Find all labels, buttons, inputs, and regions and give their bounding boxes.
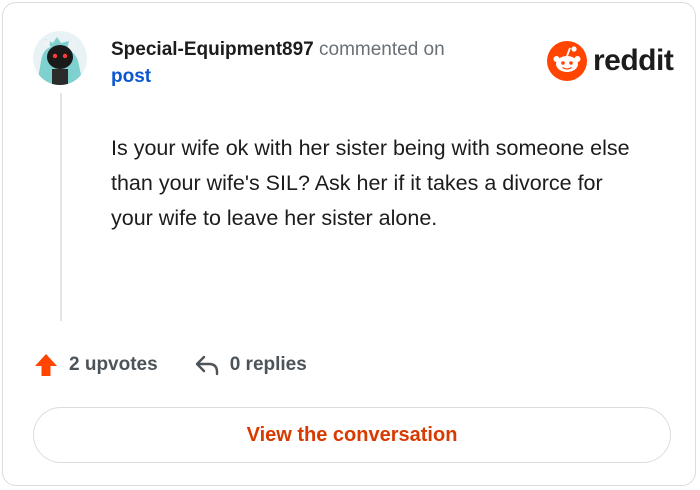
upvote-arrow-icon[interactable] <box>33 352 59 378</box>
upvote-count: 2 upvotes <box>69 354 158 375</box>
reply-arrow-icon[interactable] <box>194 352 220 378</box>
author-name[interactable]: Special-Equipment897 <box>111 39 314 60</box>
comment-meta: Special-Equipment897 commented on post <box>111 36 531 90</box>
post-link[interactable]: post <box>111 66 151 87</box>
thread-line <box>60 93 62 321</box>
reply-count: 0 replies <box>229 354 307 375</box>
avatar-image <box>33 31 87 85</box>
action-text: commented on <box>319 39 445 60</box>
reddit-logo[interactable]: reddit <box>547 41 674 81</box>
view-conversation-button[interactable]: View the conversation <box>33 407 671 463</box>
reddit-logo-icon <box>547 41 587 81</box>
avatar[interactable] <box>33 31 87 85</box>
reddit-wordmark: reddit <box>593 44 674 77</box>
comment-body: Is your wife ok with her sister being wi… <box>111 136 630 230</box>
embedded-comment-card: Special-Equipment897 commented on post r… <box>2 2 696 486</box>
comment-actions: 2 upvotes 0 replies <box>33 349 307 381</box>
